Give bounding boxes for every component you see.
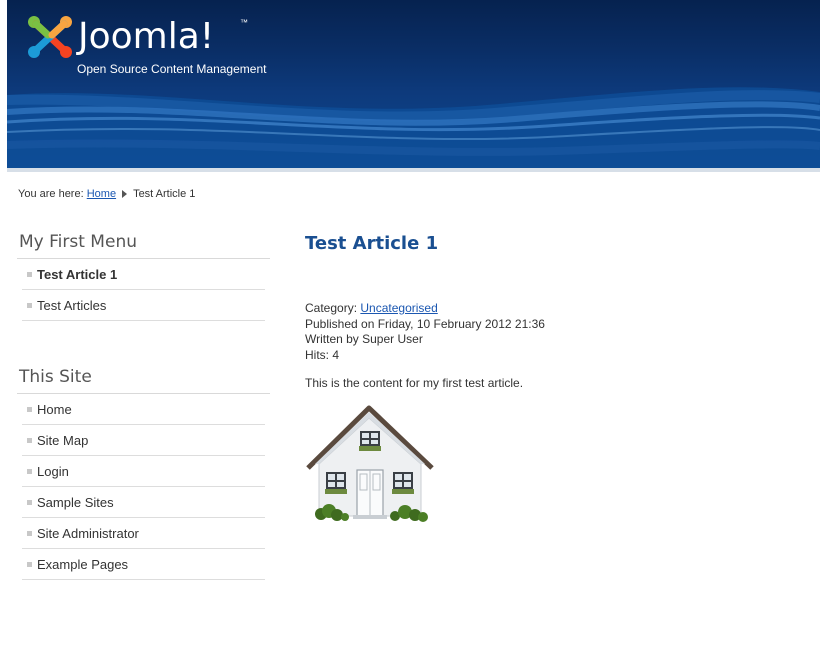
menu-item-label: Home bbox=[37, 401, 72, 417]
menu-item-label: Sample Sites bbox=[37, 494, 114, 510]
menu-item-site-map[interactable]: Site Map bbox=[22, 425, 265, 456]
bullet-icon bbox=[27, 437, 32, 443]
menu-item-sample-sites[interactable]: Sample Sites bbox=[22, 487, 265, 518]
menu-item-test-article-1[interactable]: Test Article 1 bbox=[22, 259, 265, 290]
menu-item-site-administrator[interactable]: Site Administrator bbox=[22, 518, 265, 549]
breadcrumb: You are here: Home Test Article 1 bbox=[18, 188, 195, 200]
article-title[interactable]: Test Article 1 bbox=[305, 233, 438, 254]
menu-item-label: Test Articles bbox=[37, 297, 107, 313]
category-label: Category: bbox=[305, 301, 358, 315]
menu-item-login[interactable]: Login bbox=[22, 456, 265, 487]
article-category: Category: Uncategorised bbox=[305, 301, 545, 317]
module-title: This Site bbox=[17, 367, 270, 394]
category-link[interactable]: Uncategorised bbox=[360, 301, 437, 315]
article-author: Written by Super User bbox=[305, 332, 423, 346]
bullet-icon bbox=[27, 499, 32, 505]
menu-item-test-articles[interactable]: Test Articles bbox=[22, 290, 265, 321]
bullet-icon bbox=[27, 302, 32, 308]
menu-item-label: Login bbox=[37, 463, 69, 479]
breadcrumb-prefix: You are here: bbox=[18, 188, 84, 200]
logo-trademark: ™ bbox=[240, 18, 248, 27]
menu-list: Test Article 1 Test Articles bbox=[22, 259, 265, 321]
menu-item-label: Site Map bbox=[37, 432, 89, 448]
module-my-first-menu: My First Menu Test Article 1 Test Articl… bbox=[17, 232, 270, 321]
breadcrumb-home-link[interactable]: Home bbox=[87, 188, 116, 200]
bullet-icon bbox=[27, 530, 32, 536]
article-body: This is the content for my first test ar… bbox=[305, 376, 524, 390]
menu-item-example-pages[interactable]: Example Pages bbox=[22, 549, 265, 580]
article-published-date: Published on Friday, 10 February 2012 21… bbox=[305, 316, 545, 331]
bullet-icon bbox=[27, 468, 32, 474]
bullet-icon bbox=[27, 271, 32, 277]
bullet-icon bbox=[27, 561, 32, 567]
header-bottom-border bbox=[7, 168, 820, 172]
menu-item-home[interactable]: Home bbox=[22, 394, 265, 425]
house-image bbox=[306, 405, 434, 522]
menu-item-label: Test Article 1 bbox=[37, 266, 118, 282]
module-title: My First Menu bbox=[17, 232, 270, 259]
breadcrumb-separator-icon bbox=[122, 190, 128, 198]
breadcrumb-current: Test Article 1 bbox=[133, 188, 196, 200]
article-info: Category: Uncategorised Published on Fri… bbox=[305, 301, 545, 363]
menu-item-label: Site Administrator bbox=[37, 525, 139, 541]
logo-text[interactable]: Joomla! bbox=[78, 14, 214, 60]
site-tagline: Open Source Content Management bbox=[77, 62, 267, 76]
bullet-icon bbox=[27, 406, 32, 412]
module-this-site: This Site Home Site Map Login Sample Sit… bbox=[17, 367, 270, 580]
menu-list: Home Site Map Login Sample Sites Site Ad… bbox=[22, 394, 265, 580]
menu-item-label: Example Pages bbox=[37, 556, 129, 572]
article-hits: Hits: 4 bbox=[305, 347, 340, 362]
joomla-logo-icon[interactable] bbox=[26, 14, 74, 60]
